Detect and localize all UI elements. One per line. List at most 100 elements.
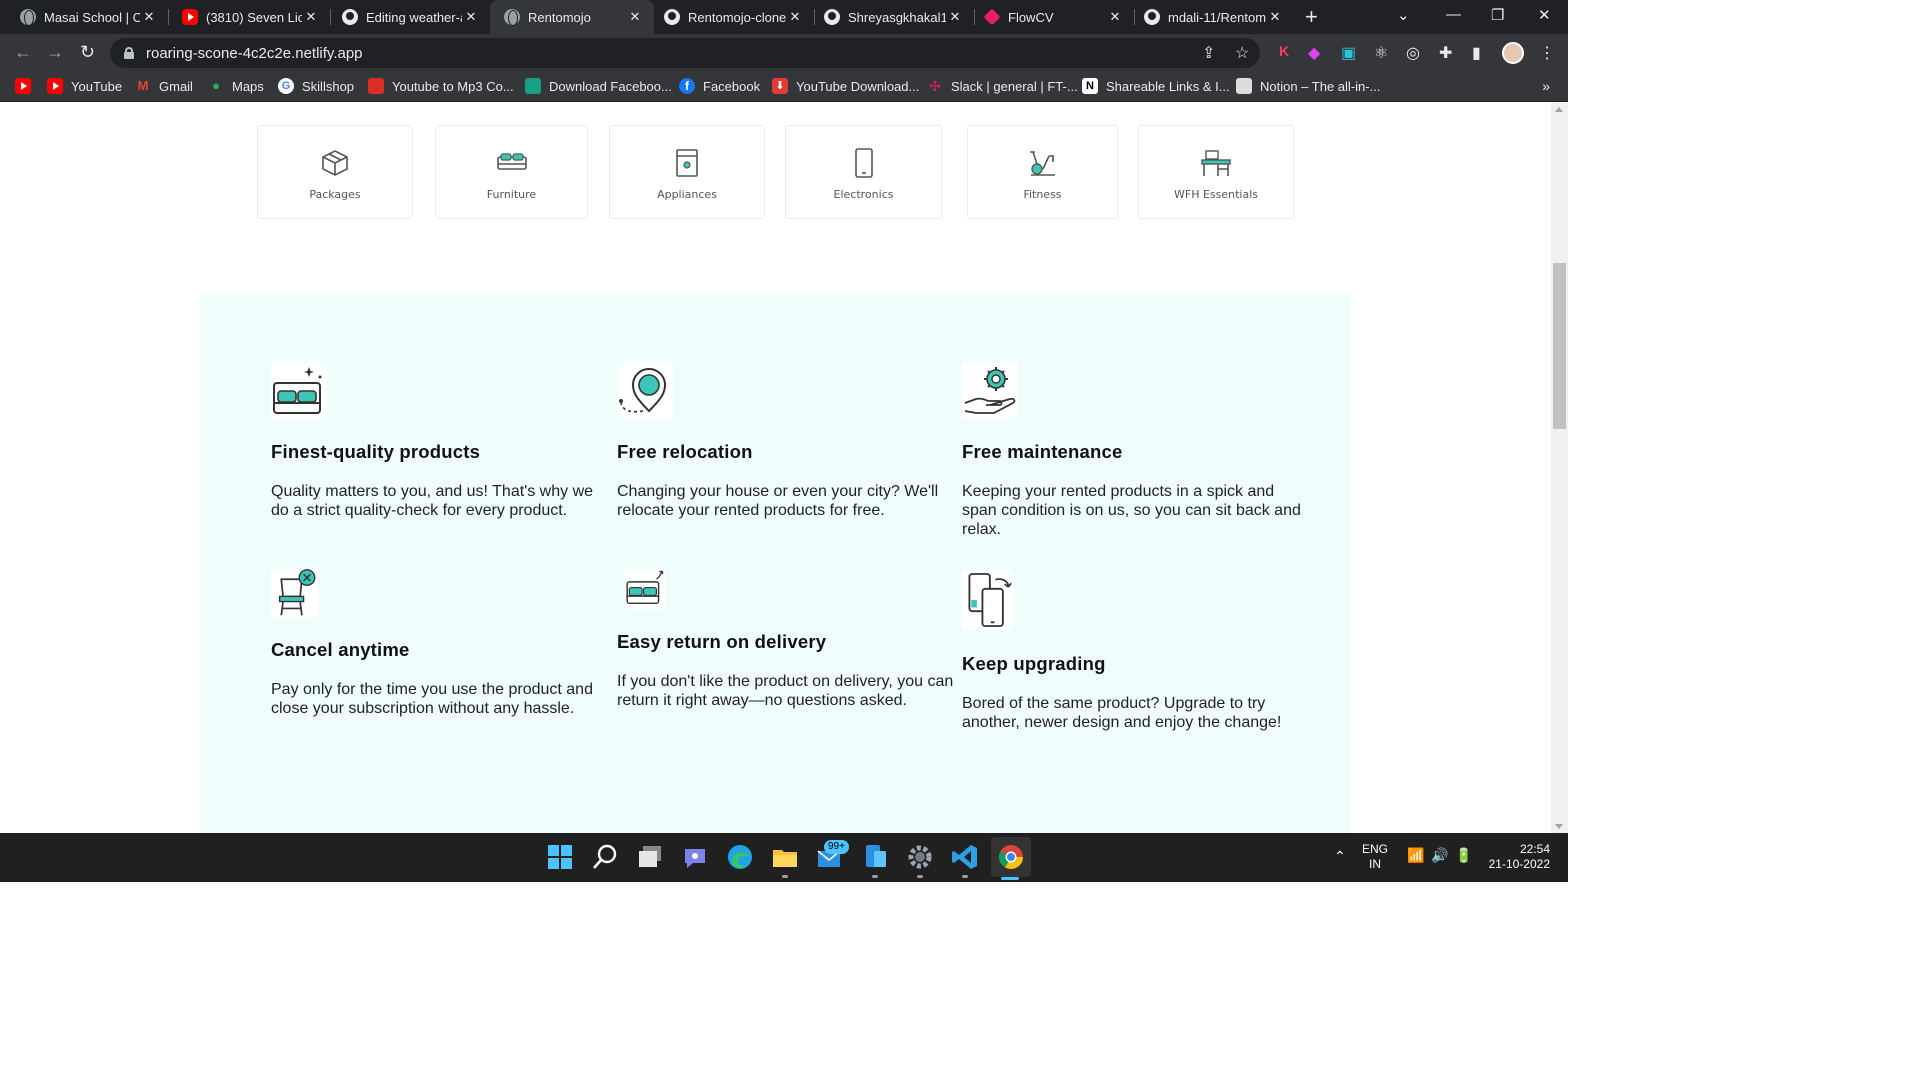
tab-search-icon[interactable]: ⌄ xyxy=(1397,6,1410,24)
bookmark-slack[interactable]: ✣ Slack | general | FT-... xyxy=(927,78,1078,94)
running-indicator xyxy=(962,875,968,878)
tab-editing-weather[interactable]: Editing weather-a ✕ xyxy=(330,0,490,34)
tab-flowcv[interactable]: FlowCV ✕ xyxy=(974,0,1134,34)
bookmark-skillshop[interactable]: G Skillshop xyxy=(278,78,354,94)
category-packages[interactable]: Packages xyxy=(257,125,413,219)
feature-free-relocation: Free relocation Changing your house or e… xyxy=(617,363,957,520)
settings-gear-icon[interactable] xyxy=(906,843,934,871)
scroll-up-arrow-icon[interactable] xyxy=(1555,107,1563,112)
scrollbar-thumb[interactable] xyxy=(1553,263,1566,429)
category-wfh-essentials[interactable]: WFH Essentials xyxy=(1138,125,1294,219)
tab-mdali[interactable]: mdali-11/Rentom ✕ xyxy=(1134,0,1294,34)
close-icon[interactable]: ✕ xyxy=(302,9,320,25)
search-icon[interactable] xyxy=(591,843,619,871)
close-icon[interactable]: ✕ xyxy=(1106,9,1124,25)
bookmark-notion[interactable]: Notion – The all-in-... xyxy=(1236,78,1380,94)
edge-browser-icon[interactable] xyxy=(726,843,754,871)
bookmark-download-facebook[interactable]: Download Faceboo... xyxy=(525,78,672,94)
close-icon[interactable]: ✕ xyxy=(1266,9,1284,25)
sparkle-sofa-icon xyxy=(271,363,327,419)
browser-toolbar: ← → ↻ roaring-scone-4c2c2e.netlify.app ⇪… xyxy=(0,34,1568,72)
page-scrollbar[interactable] xyxy=(1551,103,1568,833)
tab-strip: Masai School | Co ✕ (3810) Seven Lion ✕ … xyxy=(0,0,1568,34)
extension-k-icon[interactable]: K xyxy=(1279,43,1289,59)
back-icon[interactable]: ← xyxy=(14,42,32,62)
profile-avatar[interactable] xyxy=(1502,42,1524,64)
category-furniture[interactable]: Furniture xyxy=(435,125,588,219)
extension-chip-icon[interactable]: ▣ xyxy=(1341,43,1356,63)
minimize-icon[interactable]: — xyxy=(1446,6,1461,23)
side-panel-icon[interactable]: ▮ xyxy=(1472,43,1481,63)
bookmark-star-icon[interactable]: ☆ xyxy=(1235,43,1249,63)
volume-icon[interactable]: 🔊 xyxy=(1431,848,1448,863)
tab-rentomojo-clone[interactable]: Rentomojo-clone ✕ xyxy=(654,0,814,34)
extensions-puzzle-icon[interactable]: ✚ xyxy=(1439,43,1452,63)
tab-masai[interactable]: Masai School | Co ✕ xyxy=(0,0,168,34)
teams-chat-icon[interactable] xyxy=(681,843,709,871)
github-icon xyxy=(824,9,840,25)
fb-download-icon xyxy=(525,78,541,94)
bookmark-youtube[interactable]: YouTube xyxy=(47,78,122,94)
active-indicator xyxy=(1001,877,1019,880)
bookmark-shareable-links[interactable]: N Shareable Links & I... xyxy=(1082,78,1230,94)
feature-free-maintenance: Free maintenance Keeping your rented pro… xyxy=(962,363,1302,539)
page-viewport: Packages Furniture Appliances Electronic… xyxy=(0,103,1551,833)
show-hidden-icons-chevron-icon[interactable]: ⌃ xyxy=(1334,849,1346,864)
tab-youtube[interactable]: (3810) Seven Lion ✕ xyxy=(168,0,330,34)
close-icon[interactable]: ✕ xyxy=(626,9,644,25)
bookmark-gmail[interactable]: M Gmail xyxy=(135,78,193,94)
tab-rentomojo[interactable]: Rentomojo ✕ xyxy=(490,0,654,34)
extension-react-icon[interactable]: ⚛ xyxy=(1374,43,1388,63)
bookmark-maps[interactable]: ● Maps xyxy=(208,78,264,94)
restore-icon[interactable]: ❐ xyxy=(1491,6,1504,24)
close-icon[interactable]: ✕ xyxy=(786,9,804,25)
extension-target-icon[interactable]: ◎ xyxy=(1406,43,1420,63)
notion-icon: N xyxy=(1082,78,1098,94)
forward-icon[interactable]: → xyxy=(46,42,64,62)
tab-shreyas[interactable]: Shreyasgkhakal10 ✕ xyxy=(814,0,974,34)
maps-icon: ● xyxy=(212,78,220,93)
close-icon[interactable]: ✕ xyxy=(946,9,964,25)
address-bar[interactable]: roaring-scone-4c2c2e.netlify.app xyxy=(110,38,1260,68)
bookmark-youtube-mp3[interactable]: Youtube to Mp3 Co... xyxy=(368,78,514,94)
chrome-icon[interactable] xyxy=(997,843,1025,871)
file-explorer-icon[interactable] xyxy=(771,843,799,871)
lock-icon[interactable] xyxy=(124,47,134,59)
bookmark-youtube-app[interactable] xyxy=(15,78,39,94)
scroll-down-arrow-icon[interactable] xyxy=(1555,824,1563,829)
phone-upgrade-icon xyxy=(962,570,1014,630)
github-icon xyxy=(664,9,680,25)
category-fitness[interactable]: Fitness xyxy=(967,125,1118,219)
url-text[interactable]: roaring-scone-4c2c2e.netlify.app xyxy=(146,45,363,62)
chair-cancel-icon xyxy=(271,569,319,617)
clock[interactable]: 22:54 21-10-2022 xyxy=(1486,842,1550,872)
reload-icon[interactable]: ↻ xyxy=(80,42,95,62)
globe-icon xyxy=(20,9,36,26)
phone-link-icon[interactable] xyxy=(861,843,889,871)
share-icon[interactable]: ⇪ xyxy=(1202,43,1215,63)
vscode-icon[interactable] xyxy=(951,843,979,871)
bookmarks-overflow-button[interactable]: » xyxy=(1542,78,1550,94)
category-appliances[interactable]: Appliances xyxy=(609,125,765,219)
google-icon: G xyxy=(278,78,294,94)
bookmark-facebook[interactable]: f Facebook xyxy=(679,78,760,94)
language-indicator[interactable]: ENG IN xyxy=(1362,842,1388,872)
battery-icon[interactable]: 🔋 xyxy=(1455,848,1472,863)
feature-keep-upgrading: Keep upgrading Bored of the same product… xyxy=(962,569,1302,732)
wifi-icon[interactable]: 📶 xyxy=(1407,848,1424,863)
bookmarks-bar: YouTube M Gmail ● Maps G Skillshop Youtu… xyxy=(0,72,1568,102)
windows-start-icon[interactable] xyxy=(546,843,574,871)
menu-kebab-icon[interactable]: ⋮ xyxy=(1539,43,1555,63)
close-icon[interactable]: ✕ xyxy=(462,9,480,25)
extension-color-icon[interactable]: ◆ xyxy=(1308,43,1320,63)
package-icon xyxy=(322,150,348,176)
phone-icon xyxy=(854,148,873,178)
new-tab-button[interactable]: + xyxy=(1305,6,1318,28)
converter-icon xyxy=(368,78,384,94)
bookmark-youtube-download[interactable]: ⬇ YouTube Download... xyxy=(772,78,919,94)
close-icon[interactable]: ✕ xyxy=(140,9,158,25)
category-electronics[interactable]: Electronics xyxy=(785,125,942,219)
globe-icon xyxy=(504,9,520,26)
window-close-icon[interactable]: ✕ xyxy=(1538,6,1551,24)
task-view-icon[interactable] xyxy=(636,843,664,871)
